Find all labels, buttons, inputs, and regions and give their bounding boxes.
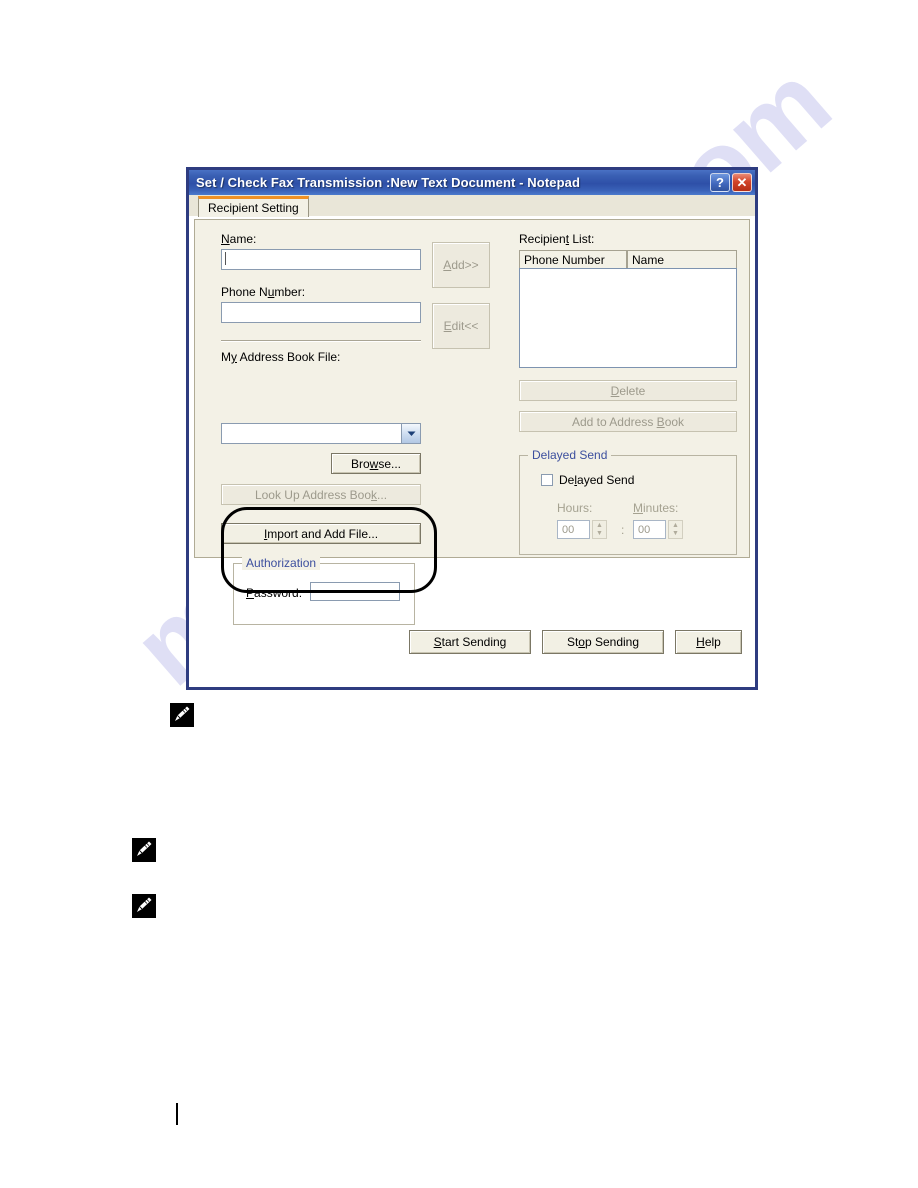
note-icon: [132, 838, 156, 862]
close-icon[interactable]: ✕: [732, 173, 752, 192]
note-icon: [132, 894, 156, 918]
authorization-group: Authorization Password:: [233, 556, 415, 625]
address-book-file-combobox[interactable]: [221, 423, 421, 444]
tab-page-recipient-setting: Name: Phone Number: My Address Book File…: [194, 219, 750, 625]
name-label: Name:: [221, 232, 257, 246]
edit-button[interactable]: Edit<<: [432, 303, 490, 349]
password-input[interactable]: [310, 582, 400, 601]
add-button[interactable]: Add>>: [432, 242, 490, 288]
hours-value[interactable]: 00: [557, 520, 590, 539]
note-icon: [170, 703, 194, 727]
phone-number-label: Phone Number:: [221, 285, 306, 299]
delete-button[interactable]: Delete: [519, 380, 737, 401]
page-margin-tick: [176, 1103, 178, 1125]
delayed-send-checkbox-label: Delayed Send: [559, 473, 635, 487]
minutes-value[interactable]: 00: [633, 520, 666, 539]
name-input[interactable]: [221, 249, 421, 270]
hours-label: Hours:: [557, 501, 593, 515]
authorization-legend: Authorization: [242, 556, 321, 570]
minutes-label: Minutes:: [633, 501, 679, 515]
spinner-down-icon[interactable]: ▼: [669, 530, 682, 539]
delayed-send-checkbox[interactable]: [541, 474, 553, 486]
hours-spinner-buttons[interactable]: ▲ ▼: [592, 520, 607, 539]
help-icon[interactable]: ?: [710, 173, 730, 192]
address-book-file-value: [222, 424, 401, 443]
tab-strip: Recipient Setting: [189, 195, 755, 217]
title-bar: Set / Check Fax Transmission :New Text D…: [189, 170, 755, 195]
password-label: Password:: [246, 586, 303, 600]
import-and-add-file-button[interactable]: Import and Add File...: [221, 523, 421, 544]
address-book-file-label: My Address Book File:: [221, 350, 341, 364]
look-up-address-book-button[interactable]: Look Up Address Book...: [221, 484, 421, 505]
browse-button[interactable]: Browse...: [331, 453, 421, 474]
delayed-send-legend: Delayed Send: [528, 448, 612, 462]
spinner-up-icon[interactable]: ▲: [669, 521, 682, 530]
delayed-send-checkbox-row[interactable]: Delayed Send: [541, 473, 634, 487]
phone-number-input[interactable]: [221, 302, 421, 323]
column-header-phone-number[interactable]: Phone Number: [519, 250, 627, 268]
recipient-list-label: Recipient List:: [519, 232, 595, 246]
tab-recipient-setting[interactable]: Recipient Setting: [198, 196, 309, 217]
help-button[interactable]: Help: [675, 630, 742, 654]
fax-transmission-dialog: Set / Check Fax Transmission :New Text D…: [186, 167, 758, 690]
spinner-up-icon[interactable]: ▲: [593, 521, 606, 530]
minutes-spinner-buttons[interactable]: ▲ ▼: [668, 520, 683, 539]
stop-sending-button[interactable]: Stop Sending: [542, 630, 664, 654]
chevron-down-icon[interactable]: [401, 424, 420, 443]
minutes-spinner[interactable]: 00 ▲ ▼: [633, 520, 683, 539]
recipient-list-box[interactable]: [519, 268, 737, 368]
column-header-name[interactable]: Name: [627, 250, 737, 268]
delayed-send-group: Delayed Send Delayed Send Hours: Minutes…: [519, 448, 737, 555]
time-separator: :: [621, 523, 625, 537]
window-title: Set / Check Fax Transmission :New Text D…: [196, 175, 580, 190]
start-sending-button[interactable]: Start Sending: [409, 630, 531, 654]
add-to-address-book-button[interactable]: Add to Address Book: [519, 411, 737, 432]
left-separator: [221, 340, 421, 342]
spinner-down-icon[interactable]: ▼: [593, 530, 606, 539]
hours-spinner[interactable]: 00 ▲ ▼: [557, 520, 607, 539]
